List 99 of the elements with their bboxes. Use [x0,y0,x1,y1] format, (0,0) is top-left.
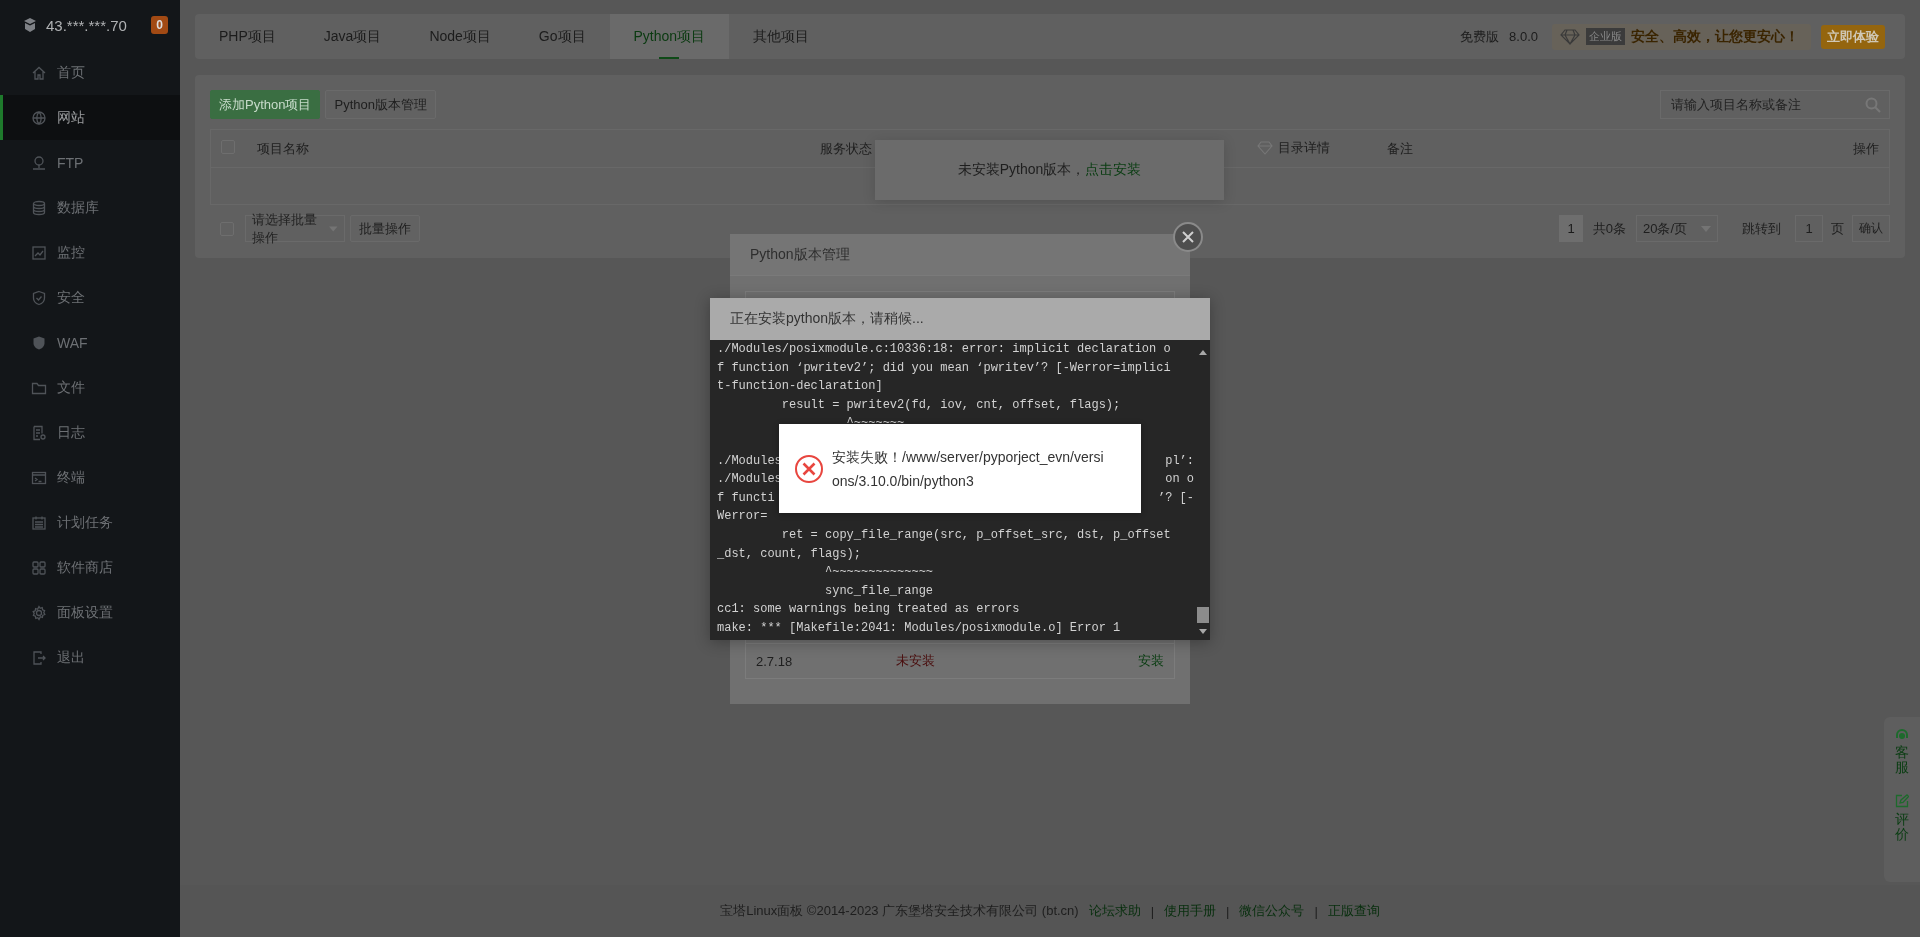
diamond-icon [1256,141,1273,155]
separator: | [1150,903,1155,919]
toolbar-button[interactable]: 添加Python项目 [210,90,321,119]
separator: | [1314,903,1318,919]
edit-icon [1895,793,1909,808]
install-hint: 未安装Python版本，点击安装 [957,161,1142,179]
headset-icon [1894,727,1910,741]
footer-link[interactable]: 正版查询 [1327,902,1380,920]
footer-link[interactable]: 微信公众号 [1239,902,1305,920]
column-header: 服务状态 [819,139,872,158]
sidebar-item[interactable]: 数据库 [0,185,180,230]
tab[interactable]: PHP项目 [195,14,300,59]
sidebar-item[interactable]: 软件商店 [0,545,180,590]
sidebar-item[interactable]: FTP [0,140,180,185]
terminal-line: ret = copy_file_range(src, p_offset_src, dst, p_offset [780,526,1171,544]
document-icon [31,424,47,441]
bulk-action-select[interactable]: 请选择批量操作 [245,215,345,242]
home-icon [31,64,47,81]
column-header: 操作 [1853,139,1879,158]
terminal-line: f function ‘pwritev2’; did you mean ‘pwritev’? [-Werror=implici [717,359,1171,377]
terminal-line: make: *** [Makefile:2041: Modules/posixmodule.o] Error 1 [717,619,1121,637]
confirm-button[interactable]: 确认 [1852,215,1890,242]
terminal-line: cc1: some warnings being treated as errors [717,601,1020,619]
terminal-line: ^~~~~~~~~~~~~~~ [824,564,934,582]
sidebar-item[interactable]: 终端 [0,455,180,500]
shield-icon [31,289,47,306]
terminal-line: Werror= [717,508,768,526]
try-now-button[interactable]: 立即体验 [1821,24,1885,49]
terminal-line: t-function-declaration] [717,378,883,396]
terminal-line: sync_file_range [824,582,934,600]
close-icon [1182,231,1194,243]
terminal-line: ./Modules/posixmodule.c:10336:18: error: implicit declaration o [717,341,1171,358]
terminal-line: ’? [- [1158,489,1194,507]
globe-icon [31,109,47,126]
calendar-icon [31,514,47,531]
terminal-line: ^~~~~~~~ [845,415,905,433]
sidebar-item[interactable]: 网站 [0,95,180,140]
tab[interactable]: Java项目 [299,14,406,59]
diamond-icon [1560,28,1580,45]
page-number[interactable]: 1 [1559,215,1583,242]
server-icon [22,17,38,33]
page-input[interactable]: 1 [1795,215,1823,242]
page-unit: 页 [1831,219,1844,238]
install-status: 未安装 [896,652,936,670]
version-number: 8.0.0 [1509,29,1538,44]
terminal-line: f functi [717,489,775,507]
sidebar-item[interactable]: 安全 [0,275,180,320]
bulk-action-button[interactable]: 批量操作 [350,215,420,242]
sidebar-item[interactable]: 文件 [0,365,180,410]
install-link[interactable]: 安装 [1138,652,1164,670]
install-link[interactable]: 点击安装 [1085,161,1142,177]
footer-link[interactable]: 论坛求助 [1088,902,1141,920]
sidebar-item[interactable]: 首页 [0,50,180,95]
tab[interactable]: Go项目 [514,14,610,59]
terminal-line: pl’: [1165,452,1194,470]
database-icon [31,199,47,216]
sidebar-item[interactable]: 计划任务 [0,500,180,545]
error-icon [794,453,824,484]
column-header: 备注 [1386,139,1413,158]
goto-label: 跳转到 [1741,219,1782,238]
terminal-line: on o [1165,471,1194,489]
page-size-select[interactable]: 20条/页 [1635,215,1718,242]
toolbar-button[interactable]: Python版本管理 [325,90,436,119]
promo-text: 安全、高效，让您更安心！ [1631,27,1799,46]
terminal-line: _dst, count, flags); [717,545,862,563]
float-link[interactable]: 评价 [1895,811,1909,843]
column-header: 项目名称 [256,139,309,158]
modal-title: Python版本管理 [730,234,1190,276]
enterprise-tag: 企业版 [1586,28,1625,45]
network-icon [31,154,47,171]
promo-banner[interactable]: 企业版 安全、高效，让您更安心！ [1552,23,1811,50]
sidebar-item[interactable]: 监控 [0,230,180,275]
notification-badge[interactable]: 0 [151,16,168,34]
sidebar-item[interactable]: 日志 [0,410,180,455]
sidebar-item[interactable]: WAF [0,320,180,365]
tab[interactable]: 其他项目 [729,14,834,59]
version-number: 2.7.18 [756,653,794,669]
logout-icon [31,649,47,666]
separator: | [1226,903,1230,919]
shield-icon [31,334,47,351]
error-text: 安装失败！/www/server/pyporject_evn/versions/3.10.0/bin/python3 [832,447,1105,491]
tab[interactable]: Python项目 [609,14,730,59]
terminal-line: ./Modules [717,471,782,489]
column-header: 目录详情 [1277,139,1330,157]
tab[interactable]: Node项目 [405,14,515,59]
settings-icon [31,604,47,621]
chart-icon [31,244,47,261]
terminal-line: ./Modules [717,452,782,470]
terminal-line: result = pwritev2(fd, iov, cnt, offset, flags); [780,396,1121,414]
edition-label: 免费版 [1460,27,1500,46]
server-address: 43.***.***.70 [46,16,127,34]
dialog-title: 正在安装python版本，请稍候... [710,298,1210,340]
grid-icon [31,559,47,576]
float-link[interactable]: 客服 [1895,745,1909,776]
sidebar-item[interactable]: 面板设置 [0,590,180,635]
footer-link[interactable]: 使用手册 [1164,902,1217,920]
total-count: 共0条 [1591,219,1627,238]
sidebar-item[interactable]: 退出 [0,635,180,680]
terminal-icon [31,469,47,486]
